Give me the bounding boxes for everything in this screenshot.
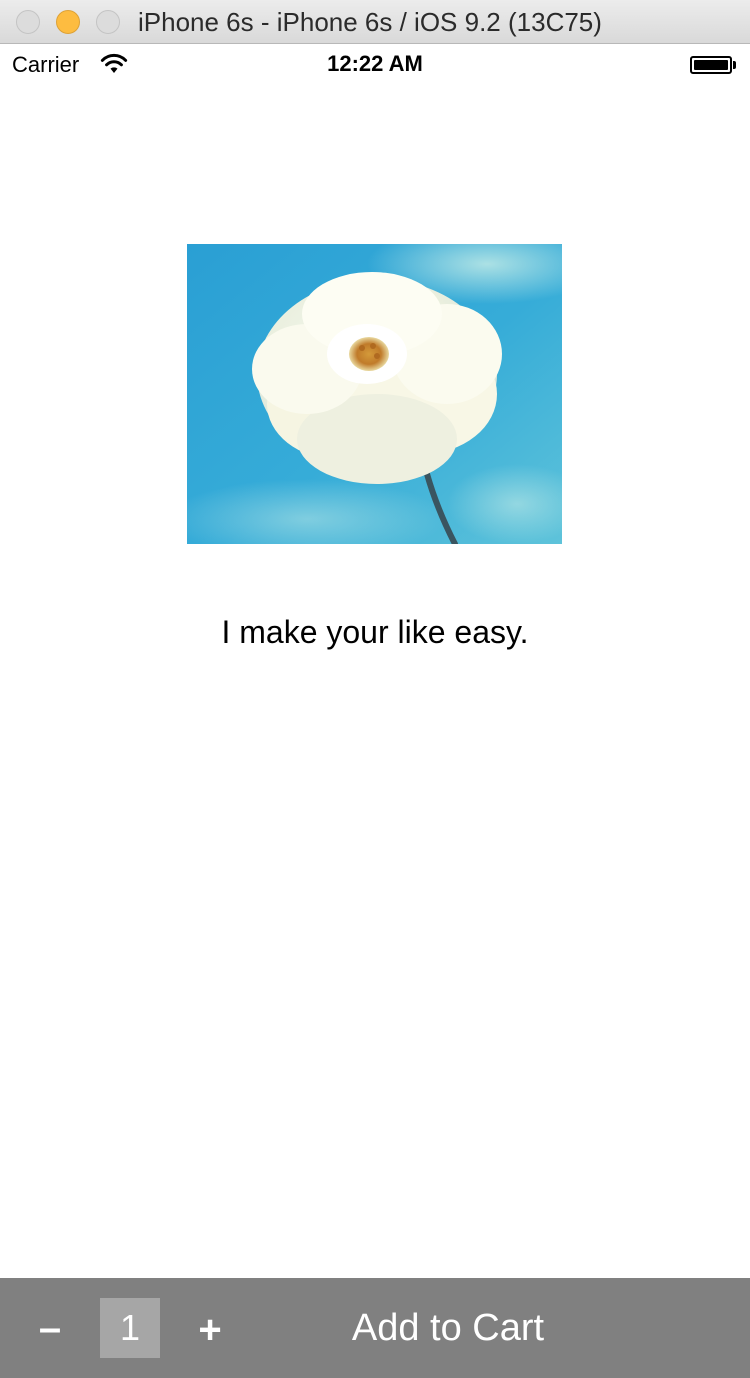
increase-quantity-button[interactable]: +	[190, 1306, 230, 1354]
close-window-button[interactable]	[16, 10, 40, 34]
quantity-field[interactable]: 1	[100, 1298, 160, 1358]
product-tagline: I make your like easy.	[221, 614, 529, 650]
battery-tip	[733, 61, 736, 69]
add-to-cart-button[interactable]: Add to Cart	[290, 1300, 606, 1356]
product-image	[187, 244, 562, 544]
flower-photo	[187, 244, 562, 544]
simulator-window: iPhone 6s - iPhone 6s / iOS 9.2 (13C75) …	[0, 0, 750, 1378]
window-title: iPhone 6s - iPhone 6s / iOS 9.2 (13C75)	[138, 7, 602, 37]
battery-icon	[690, 56, 732, 74]
decrease-quantity-button[interactable]: –	[30, 1304, 70, 1352]
battery-level	[694, 60, 728, 70]
status-time: 12:22 AM	[327, 51, 423, 76]
cart-toolbar: – 1 + Add to Cart	[0, 1278, 750, 1378]
ios-status-bar: Carrier 12:22 AM	[0, 44, 750, 84]
minimize-window-button[interactable]	[56, 10, 80, 34]
window-title-bar: iPhone 6s - iPhone 6s / iOS 9.2 (13C75)	[0, 0, 750, 44]
zoom-window-button[interactable]	[96, 10, 120, 34]
